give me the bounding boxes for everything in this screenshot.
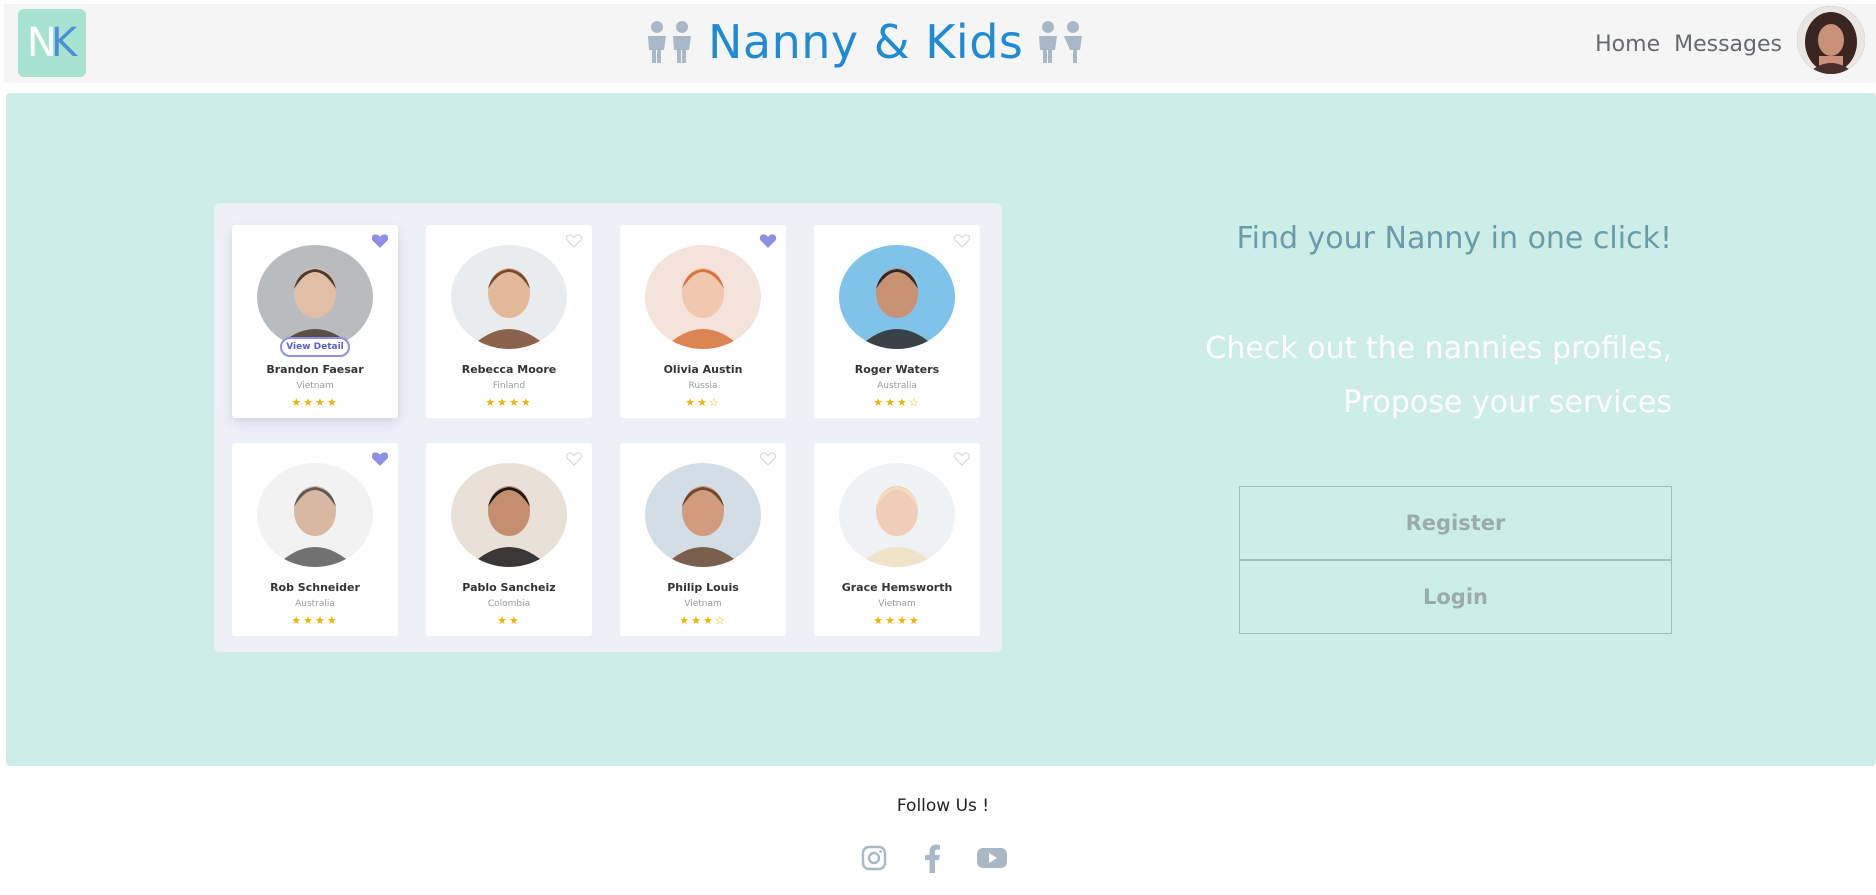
hero-subtitle-line2: Propose your services (1343, 385, 1672, 420)
nanny-country: Vietnam (296, 381, 334, 391)
rating-stars: ★★★★ (291, 396, 339, 409)
login-button[interactable]: Login (1239, 560, 1672, 634)
user-avatar[interactable] (1797, 6, 1865, 74)
nanny-country: Colombia (487, 599, 531, 609)
nanny-country: Finland (492, 381, 526, 391)
rating-stars: ★★★★ (873, 614, 921, 627)
nanny-card[interactable]: Grace Hemsworth Vietnam ★★★★ (814, 443, 980, 636)
nanny-photo (451, 245, 567, 349)
nanny-card[interactable]: Rob Schneider Australia ★★★★ (232, 443, 398, 636)
top-navbar: NK Nanny & Kids Home Messages (4, 4, 1876, 83)
nanny-name: Rob Schneider (270, 581, 360, 594)
favorite-heart-icon[interactable] (953, 451, 971, 466)
favorite-heart-icon[interactable] (565, 233, 583, 248)
nanny-name: Brandon Faesar (266, 363, 364, 376)
favorite-heart-icon[interactable] (371, 233, 389, 248)
nanny-photo (645, 245, 761, 349)
favorite-heart-icon[interactable] (759, 233, 777, 248)
social-links (860, 843, 1008, 877)
nanny-photo (839, 245, 955, 349)
nanny-name: Roger Waters (854, 363, 940, 376)
nanny-photo (839, 463, 955, 567)
hero-section: View Detail Brandon Faesar Vietnam ★★★★ Rebe… (6, 93, 1876, 766)
nanny-country: Australia (295, 599, 335, 609)
hero-subtitle-line1: Check out the nannies profiles, (1205, 331, 1672, 366)
youtube-icon[interactable] (976, 846, 1008, 874)
nanny-photo (451, 463, 567, 567)
nav-messages-link[interactable]: Messages (1674, 32, 1782, 57)
nanny-name: Philip Louis (667, 581, 739, 594)
view-detail-button[interactable]: View Detail (280, 337, 350, 357)
nanny-card[interactable]: Pablo Sancheiz Colombia ★★ (426, 443, 592, 636)
rating-stars: ★★★★ (291, 614, 339, 627)
nanny-card[interactable]: Rebecca Moore Finland ★★★★ (426, 225, 592, 418)
kids-icon (644, 20, 696, 64)
nanny-name: Grace Hemsworth (841, 581, 953, 594)
nanny-name: Pablo Sancheiz (462, 581, 556, 594)
rating-stars: ★★★★ (485, 396, 533, 409)
nanny-photo (645, 463, 761, 567)
nanny-country: Australia (877, 381, 917, 391)
nanny-card[interactable]: Philip Louis Vietnam ★★★☆ (620, 443, 786, 636)
nanny-photo (257, 463, 373, 567)
nanny-name: Olivia Austin (663, 363, 743, 376)
favorite-heart-icon[interactable] (759, 451, 777, 466)
facebook-icon[interactable] (922, 843, 942, 877)
nanny-country: Vietnam (878, 599, 916, 609)
favorite-heart-icon[interactable] (565, 451, 583, 466)
nanny-card[interactable]: Roger Waters Australia ★★★☆ (814, 225, 980, 418)
nanny-photo (257, 245, 373, 349)
main-nav: Home Messages (1595, 32, 1782, 57)
nanny-card[interactable]: View Detail Brandon Faesar Vietnam ★★★★ (232, 225, 398, 418)
nanny-country: Vietnam (684, 599, 722, 609)
logo-letter-k: K (50, 20, 78, 66)
register-button[interactable]: Register (1239, 486, 1672, 560)
instagram-icon[interactable] (860, 844, 888, 876)
nanny-country: Russia (688, 381, 718, 391)
nanny-name: Rebecca Moore (461, 363, 557, 376)
nk-logo[interactable]: NK (18, 9, 86, 77)
rating-stars: ★★ (497, 614, 521, 627)
nav-home-link[interactable]: Home (1595, 32, 1660, 57)
brand-header: Nanny & Kids (644, 12, 1087, 72)
site-title: Nanny & Kids (708, 15, 1024, 69)
nanny-cards-panel: View Detail Brandon Faesar Vietnam ★★★★ Rebe… (214, 203, 1002, 652)
hero-tagline: Find your Nanny in one click! (1236, 221, 1672, 256)
favorite-heart-icon[interactable] (371, 451, 389, 466)
favorite-heart-icon[interactable] (953, 233, 971, 248)
rating-stars: ★★☆ (685, 396, 721, 409)
follow-us-label: Follow Us ! (896, 796, 990, 816)
rating-stars: ★★★☆ (873, 396, 921, 409)
nanny-card[interactable]: Olivia Austin Russia ★★☆ (620, 225, 786, 418)
rating-stars: ★★★☆ (679, 614, 727, 627)
kids-icon (1035, 20, 1087, 64)
